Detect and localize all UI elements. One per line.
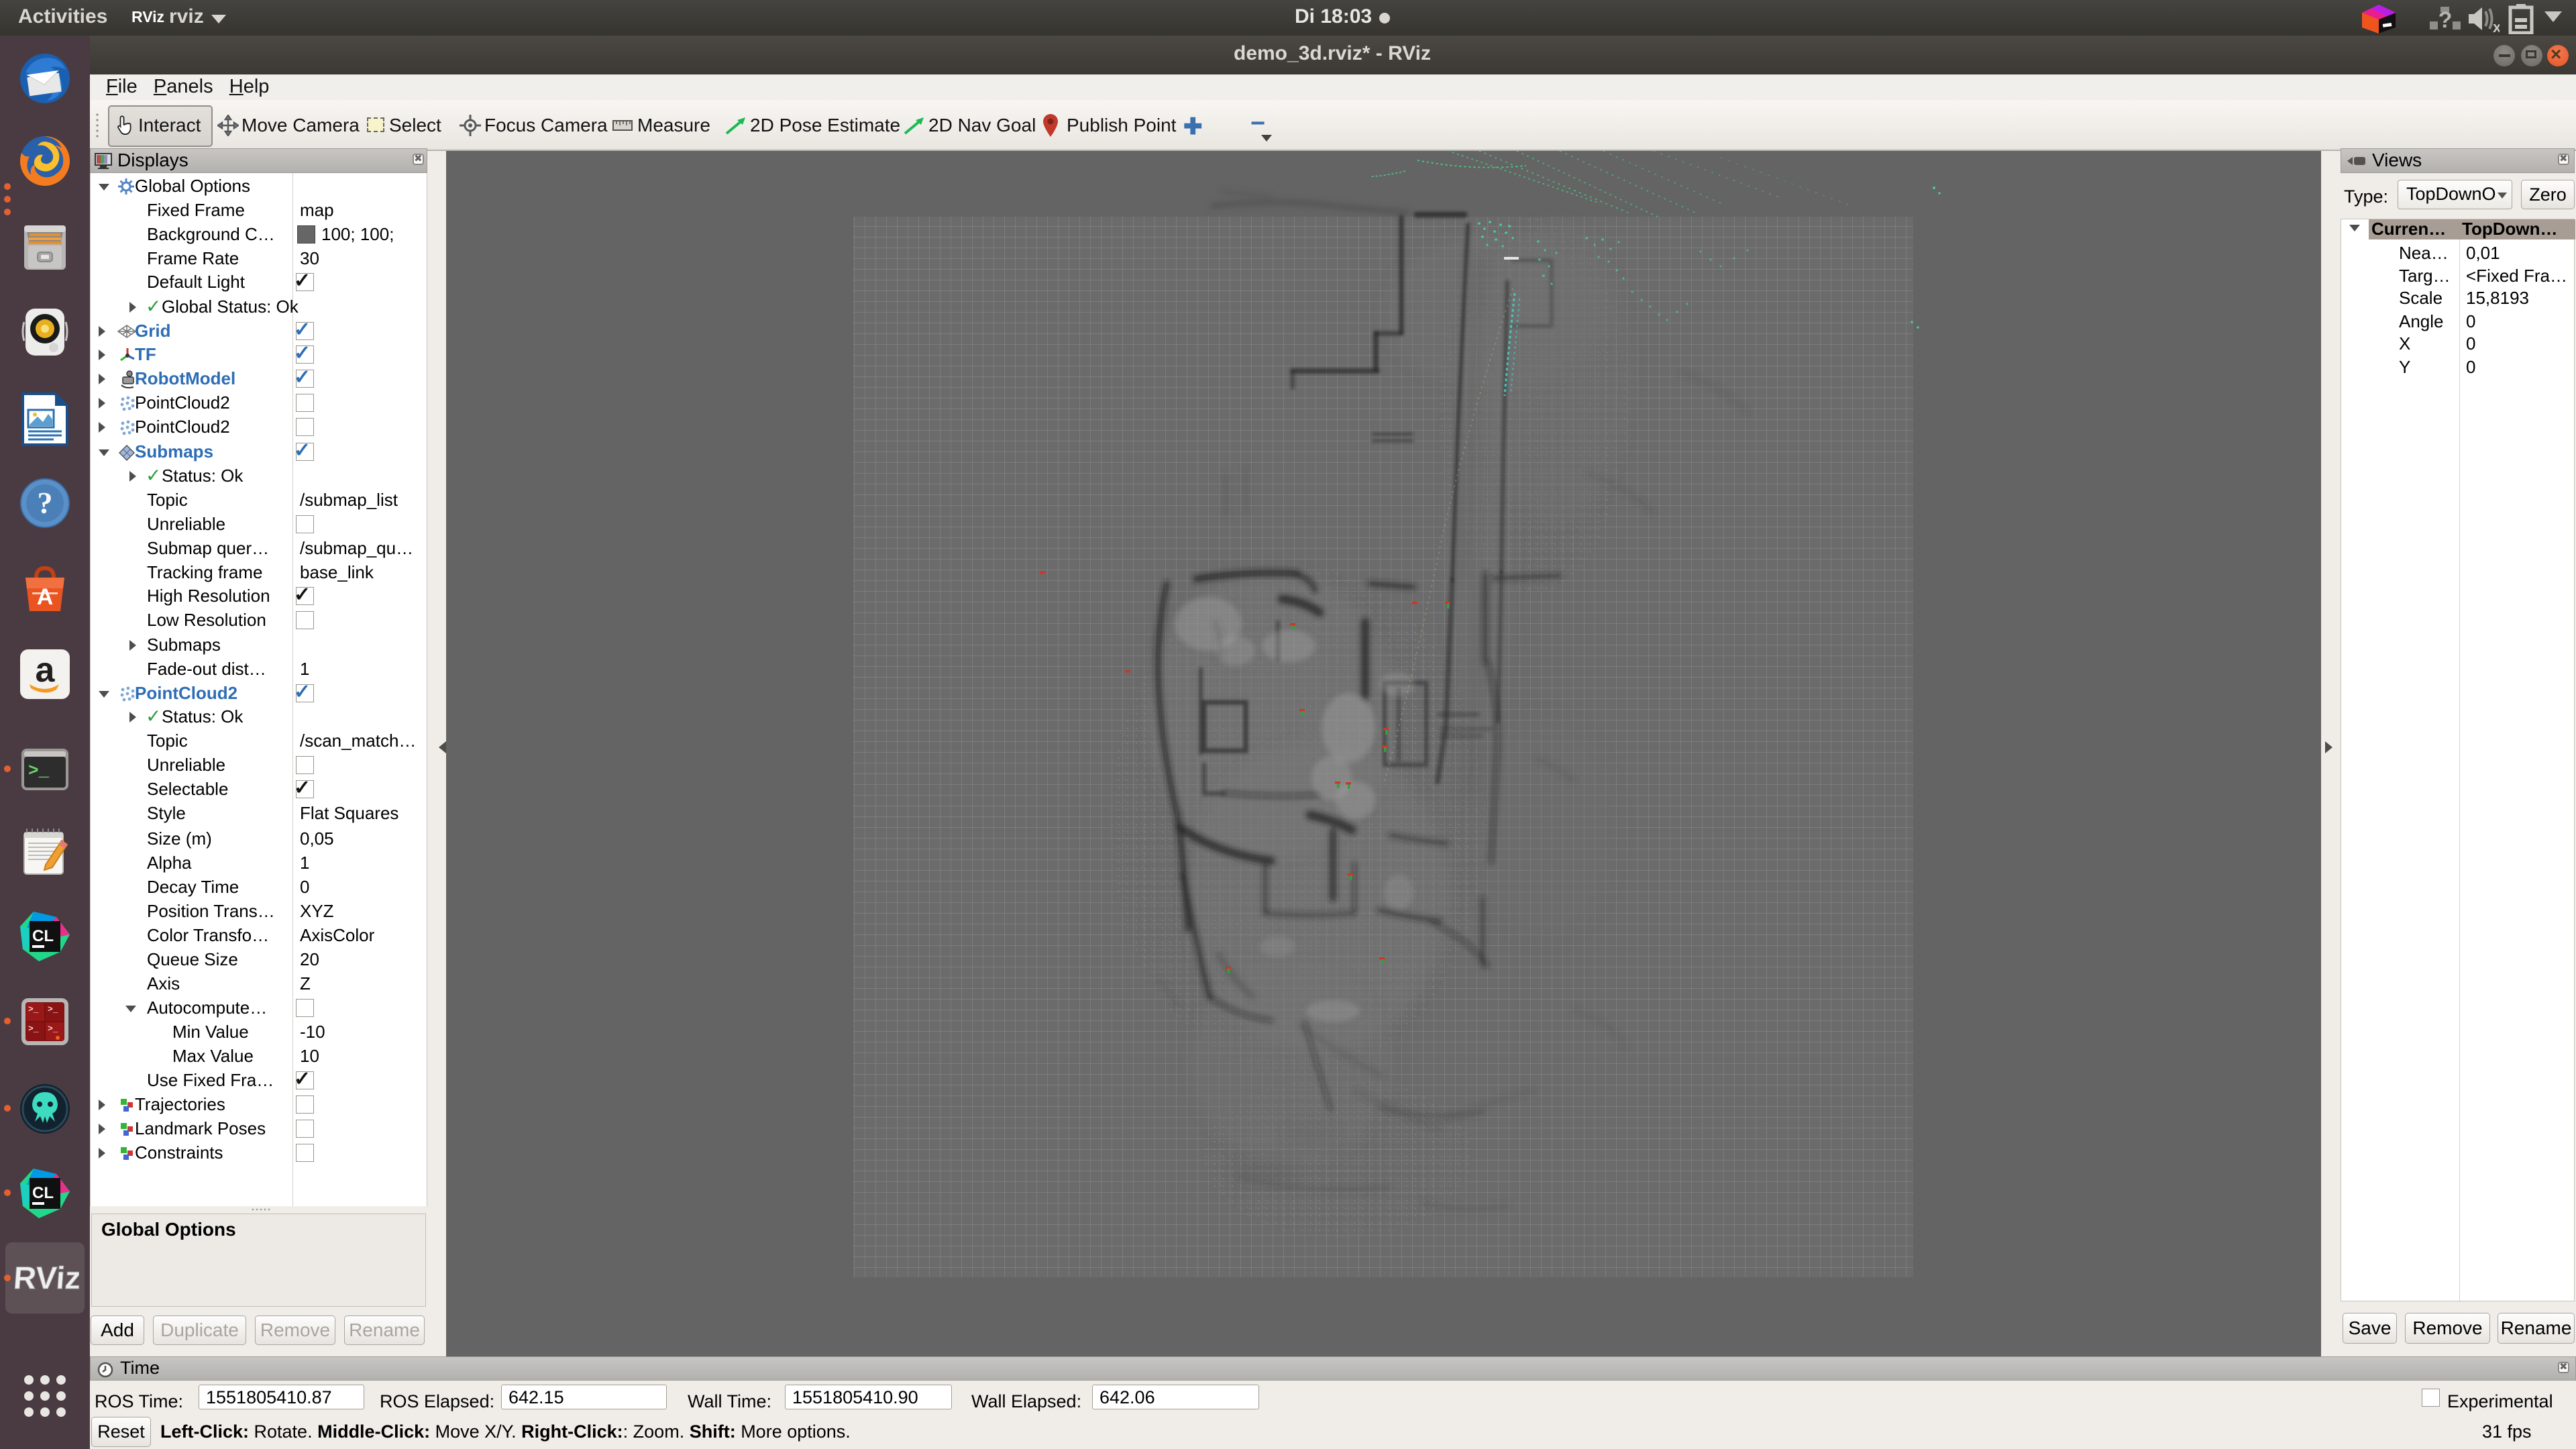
svg-text:>_: >_ (48, 1024, 58, 1034)
svg-text:>_: >_ (48, 1004, 58, 1014)
svg-text:>_: >_ (28, 1004, 39, 1014)
svg-text:CL: CL (32, 927, 54, 945)
svg-text:a: a (36, 651, 56, 690)
svg-text:x: x (2493, 19, 2500, 33)
svg-text:CL: CL (32, 1184, 54, 1202)
svg-text:?: ? (2438, 7, 2453, 32)
svg-text:RViz: RViz (12, 1260, 79, 1295)
svg-text:?: ? (38, 486, 53, 520)
svg-text:A: A (37, 584, 54, 610)
svg-text:>_: >_ (28, 761, 50, 781)
svg-text:>_: >_ (28, 1024, 39, 1034)
